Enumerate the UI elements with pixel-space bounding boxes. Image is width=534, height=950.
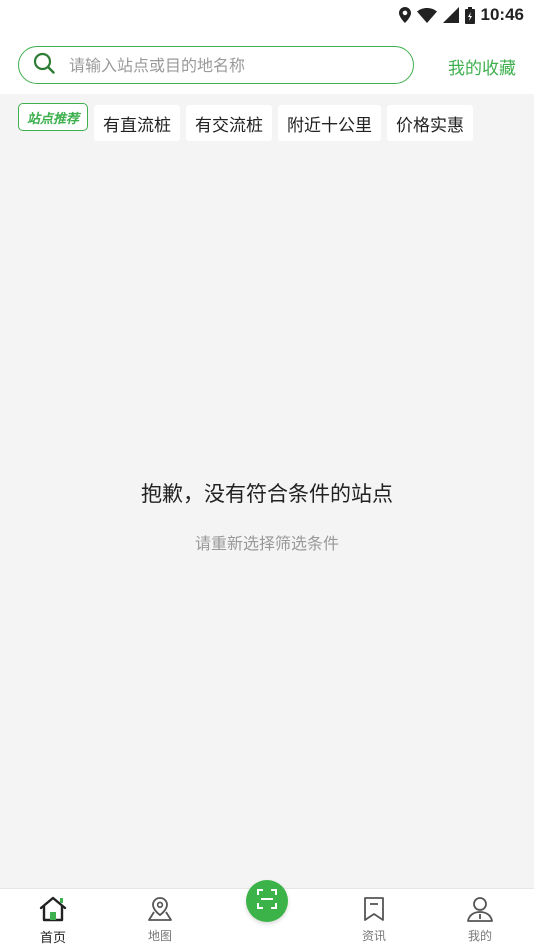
search-icon — [33, 52, 55, 78]
cellular-signal-icon — [442, 7, 459, 23]
filter-row: 站点推荐 有直流桩 有交流桩 附近十公里 价格实惠 — [0, 94, 534, 152]
news-bookmark-icon — [360, 895, 388, 927]
user-icon — [466, 895, 494, 927]
tab-map-label: 地图 — [147, 929, 172, 943]
empty-state-title: 抱歉，没有符合条件的站点 — [141, 482, 393, 506]
scan-icon — [256, 888, 278, 914]
search-input[interactable] — [69, 55, 369, 75]
filter-chip-ac[interactable]: 有交流桩 — [186, 105, 273, 141]
search-box[interactable] — [18, 46, 414, 84]
filter-chip-nearby[interactable]: 附近十公里 — [278, 105, 382, 141]
tab-home-label: 首页 — [39, 931, 66, 946]
location-icon — [398, 7, 411, 23]
filter-chip-dc[interactable]: 有直流桩 — [94, 105, 181, 141]
empty-state: 抱歉，没有符合条件的站点 请重新选择筛选条件 — [0, 478, 534, 554]
scan-button[interactable] — [246, 880, 288, 922]
my-favorites-link[interactable]: 我的收藏 — [448, 54, 516, 79]
empty-state-subtitle: 请重新选择筛选条件 — [194, 534, 339, 553]
station-recommend-badge: 站点推荐 — [18, 103, 89, 131]
tab-profile-label: 我的 — [467, 929, 492, 943]
map-pin-icon — [146, 895, 174, 927]
header: 我的收藏 — [0, 30, 534, 94]
status-bar: 10:46 — [0, 0, 534, 30]
battery-icon — [464, 6, 475, 24]
home-icon — [38, 895, 68, 927]
tab-news[interactable]: 资讯 — [334, 889, 414, 950]
wifi-icon — [416, 7, 437, 23]
tab-news-label: 资讯 — [361, 929, 386, 943]
tab-profile[interactable]: 我的 — [440, 889, 520, 950]
filter-chip-price[interactable]: 价格实惠 — [387, 105, 474, 141]
tab-map[interactable]: 地图 — [120, 889, 200, 950]
clock: 10:46 — [480, 5, 524, 24]
tab-home[interactable]: 首页 — [13, 889, 93, 950]
